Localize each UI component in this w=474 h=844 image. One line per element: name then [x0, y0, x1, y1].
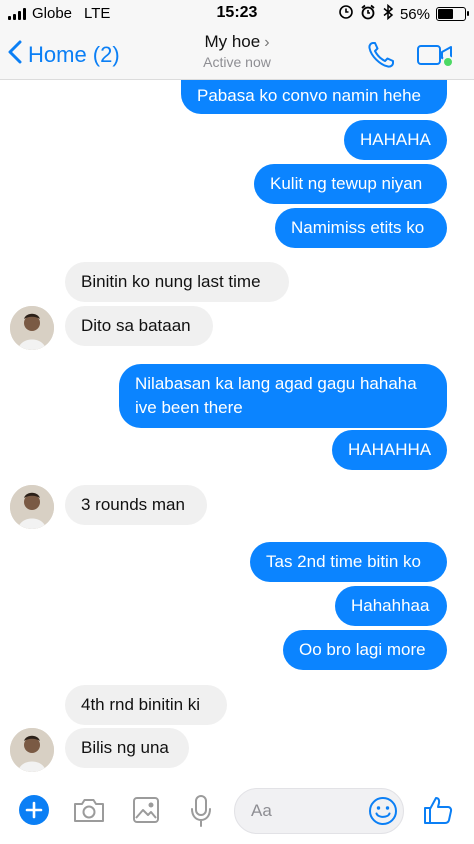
message-bubble[interactable]: Binitin ko nung last time	[65, 262, 289, 302]
message-bubble[interactable]: Oo bro lagi more	[283, 630, 447, 670]
video-call-button[interactable]	[416, 43, 454, 72]
avatar-photo-icon	[10, 306, 54, 350]
contact-avatar[interactable]	[10, 485, 54, 529]
camera-icon	[74, 799, 104, 822]
message-bubble[interactable]: Nilabasan ka lang agad gagu hahaha ive b…	[119, 364, 447, 428]
status-right: 56%	[338, 3, 469, 24]
plus-icon	[19, 795, 49, 825]
alarm-icon	[338, 4, 354, 24]
message-bubble[interactable]: Dito sa bataan	[65, 306, 213, 346]
contact-name: My hoe	[204, 32, 261, 51]
message-bubble[interactable]: HAHAHHA	[332, 430, 447, 470]
message-bubble[interactable]: 4th rnd binitin ki	[65, 685, 227, 725]
message-list[interactable]: Pabasa ko convo namin hehe HAHAHA Kulit …	[0, 80, 474, 780]
chevron-right-icon: ›	[264, 34, 270, 51]
contact-avatar[interactable]	[10, 728, 54, 772]
message-bubble[interactable]: Hahahhaa	[335, 586, 447, 626]
message-bubble[interactable]: Tas 2nd time bitin ko	[250, 542, 447, 582]
emoji-icon	[369, 797, 397, 825]
more-actions-button[interactable]	[18, 794, 50, 831]
microphone-icon	[191, 795, 211, 827]
active-status: Active now	[203, 54, 271, 70]
phone-icon	[366, 42, 396, 74]
contact-avatar[interactable]	[10, 306, 54, 350]
battery-icon	[436, 7, 469, 21]
like-button[interactable]	[422, 794, 454, 831]
image-icon	[133, 797, 159, 823]
voice-message-button[interactable]	[190, 794, 212, 833]
camera-button[interactable]	[72, 796, 106, 829]
message-compose-box[interactable]	[234, 788, 404, 834]
message-bubble[interactable]: Bilis ng una	[65, 728, 189, 768]
status-bar: Globe LTE 15:23 56%	[0, 0, 474, 28]
avatar-photo-icon	[10, 485, 54, 529]
message-input[interactable]	[251, 799, 361, 823]
composer-toolbar	[0, 780, 474, 844]
message-bubble[interactable]: Pabasa ko convo namin hehe	[181, 80, 447, 114]
message-bubble[interactable]: Namimiss etits ko	[275, 208, 447, 248]
video-camera-icon	[416, 45, 454, 71]
bluetooth-icon	[382, 3, 394, 24]
gallery-button[interactable]	[132, 796, 160, 829]
contact-title[interactable]: My hoe › Active now	[0, 32, 474, 70]
phone-call-button[interactable]	[366, 40, 396, 75]
thumbs-up-icon	[424, 797, 453, 824]
message-bubble[interactable]: Kulit ng tewup niyan	[254, 164, 447, 204]
battery-fill	[438, 9, 453, 19]
conversation-header: Home (2) My hoe › Active now	[0, 28, 474, 80]
message-bubble[interactable]: 3 rounds man	[65, 485, 207, 525]
avatar-photo-icon	[10, 728, 54, 772]
message-bubble[interactable]: HAHAHA	[344, 120, 447, 160]
clock-icon	[360, 4, 376, 24]
emoji-button[interactable]	[367, 795, 399, 832]
battery-percent: 56%	[399, 5, 430, 23]
